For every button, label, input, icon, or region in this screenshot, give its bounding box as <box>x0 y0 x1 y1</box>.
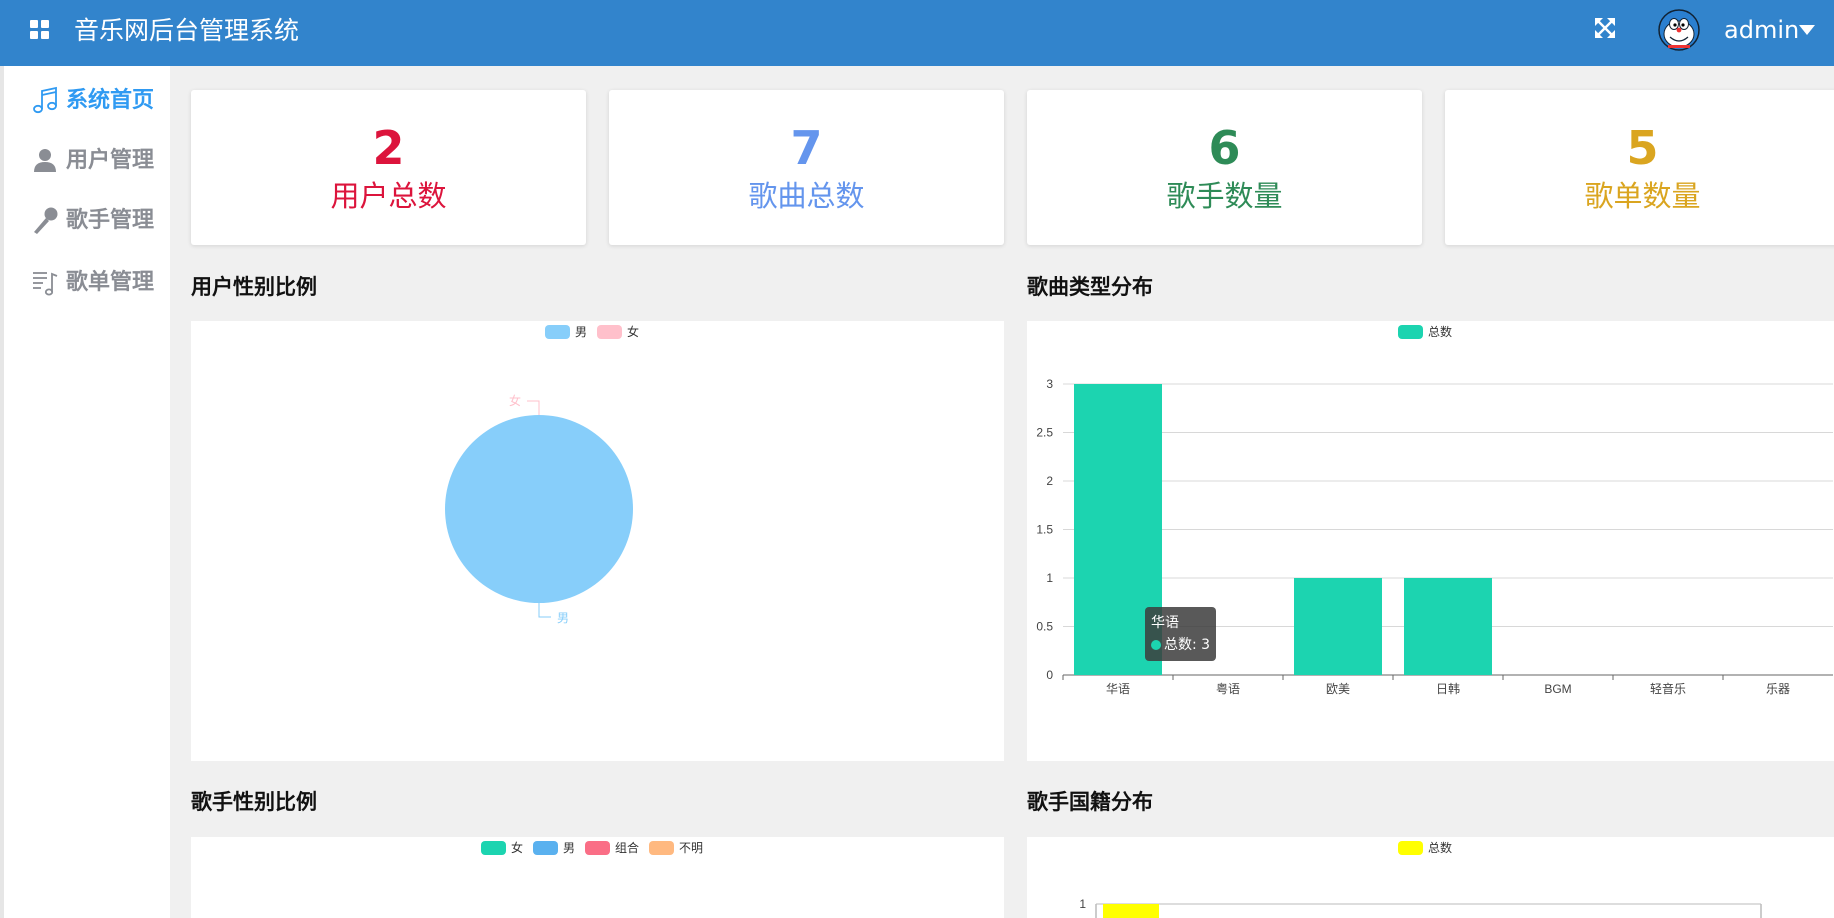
legend-label: 不明 <box>679 841 703 855</box>
pie-label: 男 <box>557 611 569 625</box>
playlist-icon <box>33 272 58 296</box>
user-gender-chart-panel: 男女男女 <box>191 321 1004 761</box>
sidebar-item-users[interactable]: 用户管理 <box>26 142 166 178</box>
top-header: 音乐网后台管理系统 admin <box>0 0 1834 66</box>
stat-value: 7 <box>790 121 823 175</box>
x-tick-label: 乐器 <box>1766 682 1790 696</box>
legend-label: 男 <box>563 841 575 855</box>
pie-label-line <box>538 603 551 618</box>
app-title: 音乐网后台管理系统 <box>74 16 300 45</box>
x-tick-label: 华语 <box>1106 682 1130 696</box>
y-tick-label: 1 <box>1046 571 1053 585</box>
y-tick-label: 1.5 <box>1036 523 1053 537</box>
x-tick-label: 欧美 <box>1326 682 1350 696</box>
tooltip-line: 总数: 3 <box>1151 634 1210 656</box>
stat-card-playlists: 5 歌单数量 <box>1445 90 1834 245</box>
legend-swatch <box>481 841 506 855</box>
app-root: 音乐网后台管理系统 admin 系统首页 用户管理 歌手管理 歌单管理 2 用户… <box>0 0 1834 918</box>
legend-swatch <box>597 325 622 339</box>
singer-country-bar-chart: 总数 1 <box>1079 840 1762 918</box>
y-tick-label: 2 <box>1046 474 1053 488</box>
pie-slice <box>445 415 633 603</box>
legend-label: 总数 <box>1428 840 1452 855</box>
y-tick-label: 2.5 <box>1036 426 1053 440</box>
section-title-song-type: 歌曲类型分布 <box>1027 275 1153 299</box>
stat-label: 歌手数量 <box>1166 179 1283 213</box>
username-label[interactable]: admin <box>1724 13 1799 47</box>
menu-grid-icon[interactable] <box>30 20 50 40</box>
bar <box>1404 578 1492 675</box>
y-tick-label: 0 <box>1046 668 1053 682</box>
stat-value: 2 <box>372 121 405 175</box>
chart-tooltip: 华语 总数: 3 <box>1145 607 1217 661</box>
tooltip-title: 华语 <box>1151 615 1179 631</box>
tooltip-value: 总数: 3 <box>1164 637 1211 653</box>
main-content: 2 用户总数 7 歌曲总数 6 歌手数量 5 歌单数量 用户性别比例 歌曲类型分… <box>170 66 1834 918</box>
user-avatar[interactable] <box>1658 9 1700 51</box>
singer-gender-chart-panel: 女 男 组合 不明 <box>191 837 1004 918</box>
tooltip-dot <box>1151 640 1161 650</box>
section-title-user-gender: 用户性别比例 <box>191 275 317 299</box>
x-tick-label: BGM <box>1544 682 1571 696</box>
user-gender-pie-chart: 男女男女 <box>445 324 639 625</box>
legend-swatch <box>1398 325 1423 339</box>
legend-label: 女 <box>627 324 639 339</box>
stat-card-songs: 7 歌曲总数 <box>609 90 1004 245</box>
section-title-singer-country: 歌手国籍分布 <box>1027 790 1153 814</box>
legend-swatch <box>585 841 610 855</box>
sidebar-item-home[interactable]: 系统首页 <box>26 82 166 118</box>
song-type-chart-panel: 总数 0 0.5 1 1.5 2 2.5 3 华语 粤语 欧美 日韩 BGM 轻音乐 乐器 华语 总数: 3 <box>1027 321 1834 761</box>
stat-value: 5 <box>1626 121 1659 175</box>
legend-label: 女 <box>511 840 523 855</box>
legend-swatch <box>545 325 570 339</box>
y-tick-label: 3 <box>1046 377 1053 391</box>
sidebar-item-playlists[interactable]: 歌单管理 <box>26 264 166 300</box>
sidebar-item-label: 歌手管理 <box>66 208 155 233</box>
sidebar-item-label: 系统首页 <box>66 88 155 113</box>
song-type-bar-chart: 总数00.511.522.53华语 粤语 欧美 日韩 BGM 轻音乐 乐器 <box>1036 324 1833 696</box>
x-tick-label: 轻音乐 <box>1650 681 1686 696</box>
singer-gender-pie-chart: 女 男 组合 不明 <box>481 840 703 855</box>
legend-swatch <box>533 841 558 855</box>
sidebar-item-label: 歌单管理 <box>66 270 155 295</box>
y-tick-label: 1 <box>1079 897 1086 911</box>
fullscreen-icon[interactable] <box>1594 17 1616 39</box>
y-tick-label: 0.5 <box>1036 620 1053 634</box>
music-note-icon <box>33 86 57 114</box>
legend-label: 男 <box>575 325 587 339</box>
x-tick-label: 粤语 <box>1216 681 1240 696</box>
stat-label: 用户总数 <box>330 179 447 213</box>
legend-label: 总数 <box>1428 324 1452 339</box>
x-tick-label: 日韩 <box>1436 681 1460 696</box>
section-title-singer-gender: 歌手性别比例 <box>191 790 317 814</box>
legend-swatch <box>1398 841 1423 855</box>
stat-value: 6 <box>1208 121 1241 175</box>
stat-card-users: 2 用户总数 <box>191 90 586 245</box>
sidebar-item-label: 用户管理 <box>66 148 155 173</box>
sidebar: 系统首页 用户管理 歌手管理 歌单管理 <box>0 66 170 918</box>
microphone-icon <box>34 207 58 234</box>
legend-swatch <box>649 841 674 855</box>
sidebar-item-singers[interactable]: 歌手管理 <box>26 202 166 238</box>
chevron-down-icon[interactable] <box>1799 25 1815 35</box>
bar <box>1294 578 1382 675</box>
stat-label: 歌单数量 <box>1584 179 1701 213</box>
stat-label: 歌曲总数 <box>748 179 865 213</box>
pie-label: 女 <box>509 393 521 408</box>
bar <box>1103 904 1159 918</box>
stat-card-singers: 6 歌手数量 <box>1027 90 1422 245</box>
legend-label: 组合 <box>615 840 639 855</box>
singer-country-chart-panel: 总数 1 <box>1027 837 1834 918</box>
pie-label-line <box>527 400 540 415</box>
user-icon <box>34 149 56 172</box>
